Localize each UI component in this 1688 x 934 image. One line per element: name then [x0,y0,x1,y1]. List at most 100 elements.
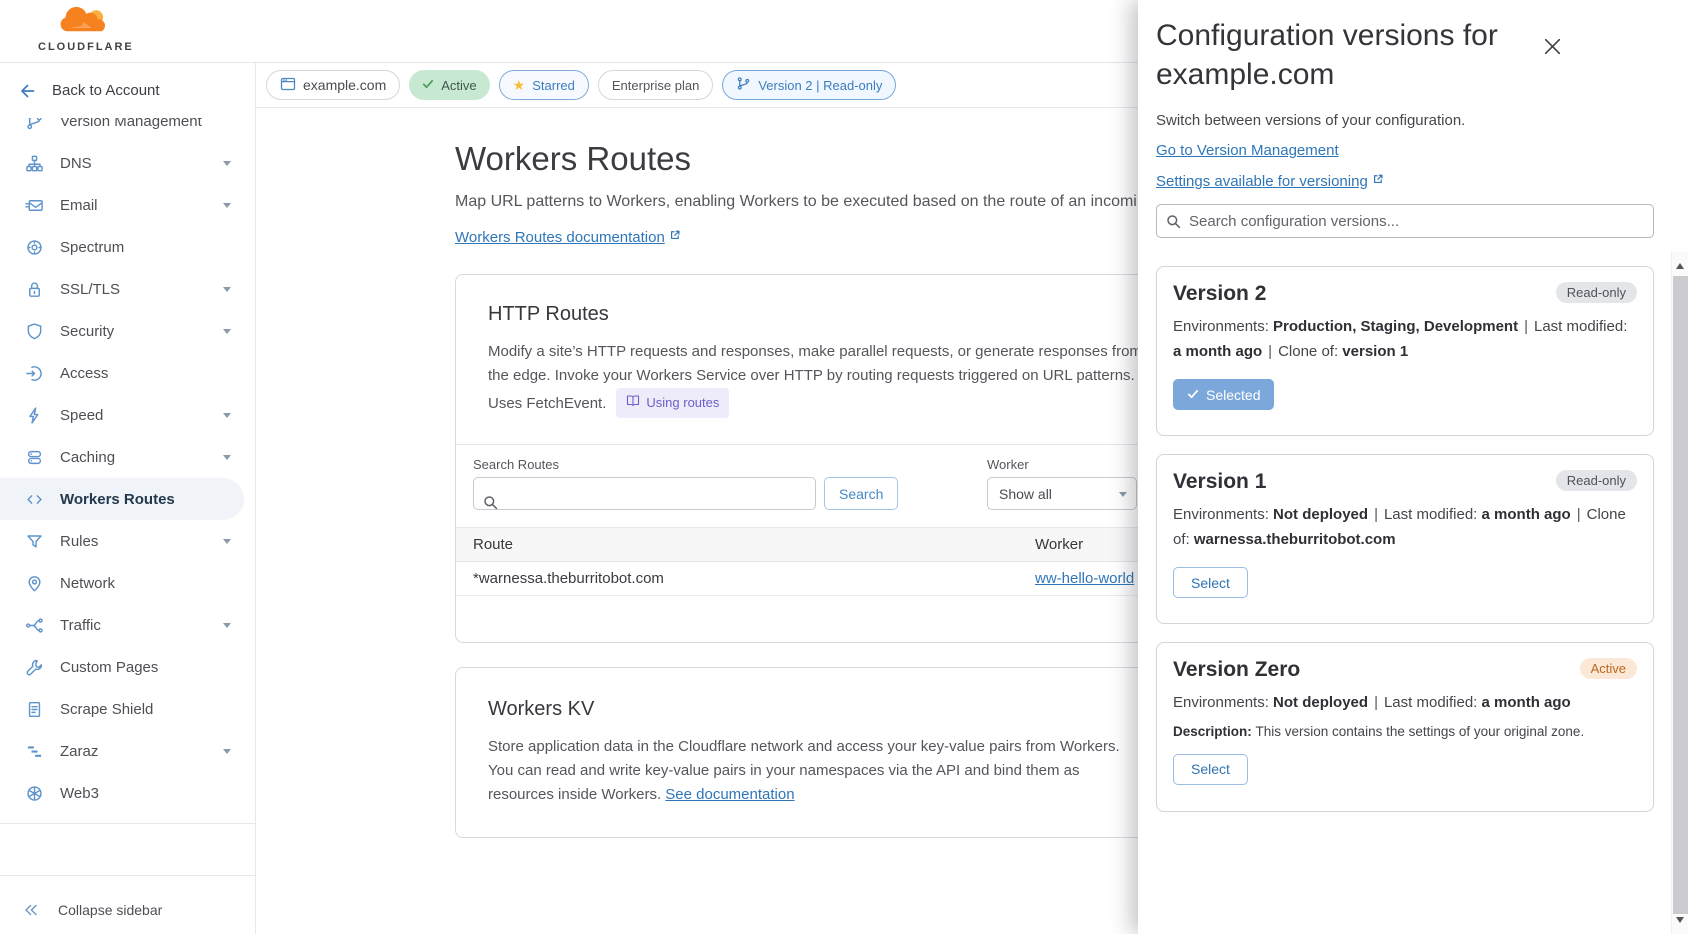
sidebar-item-security[interactable]: Security [0,310,244,352]
sidebar-item-label: Custom Pages [60,659,158,676]
sidebar-item-scrape-shield[interactable]: Scrape Shield [0,688,244,730]
access-arrow-icon [24,363,44,383]
routes-table: Route Worker *warnessa.theburritobot.com… [456,527,1154,642]
chevron-down-icon [223,329,231,338]
close-panel-button[interactable] [1537,33,1567,63]
version-status-badge: Active [1580,658,1637,679]
check-icon [422,78,434,93]
route-cell: *warnessa.theburritobot.com [473,570,1035,587]
version-list: Version 2Read-onlyEnvironments: Producti… [1156,266,1654,812]
version-meta: Environments: Not deployed|Last modified… [1173,691,1637,716]
select-version-button[interactable]: Select [1173,567,1248,598]
sidebar-item-ssl-tls[interactable]: SSL/TLS [0,268,244,310]
search-routes-button[interactable]: Search [824,477,898,510]
external-link-icon [669,228,681,245]
table-row: *warnessa.theburritobot.com ww-hello-wor… [456,562,1154,596]
page-title: Workers Routes [455,140,1155,178]
table-footer-spacer [456,596,1154,642]
sidebar-item-workers-routes[interactable]: Workers Routes [0,478,244,520]
selected-version-button[interactable]: Selected [1173,379,1274,410]
dns-hierarchy-icon [24,153,44,173]
sidebar-item-dns[interactable]: DNS [0,142,244,184]
scroll-up-arrow[interactable] [1676,259,1684,269]
sidebar-item-label: Email [60,197,98,214]
zaraz-steps-icon [24,741,44,761]
workers-kv-description: Store application data in the Cloudflare… [488,735,1138,807]
star-icon: ★ [513,77,526,94]
search-icon [1166,214,1181,234]
check-icon [1187,387,1199,403]
sidebar-item-label: Access [60,365,108,382]
sidebar-item-label: Caching [60,449,115,466]
version-card-version-2: Version 2Read-onlyEnvironments: Producti… [1156,266,1654,436]
settings-available-for-versioning-link[interactable]: Settings available for versioning [1156,172,1384,190]
workers-routes-doc-link[interactable]: Workers Routes documentation [455,229,681,246]
column-worker: Worker [1035,536,1154,553]
cloudflare-wordmark: CLOUDFLARE [38,41,130,53]
scrollbar-thumb[interactable] [1673,276,1688,914]
panel-scrollbar[interactable] [1671,252,1688,934]
http-routes-description: Modify a site’s HTTP requests and respon… [488,340,1148,418]
sidebar-item-traffic[interactable]: Traffic [0,604,244,646]
chevron-down-icon [223,749,231,758]
version-meta: Environments: Not deployed|Last modified… [1173,503,1637,552]
chevron-down-icon [223,539,231,548]
sidebar-item-email[interactable]: Email [0,184,244,226]
sidebar-item-zaraz[interactable]: Zaraz [0,730,244,772]
plan-badge: Enterprise plan [598,70,713,100]
sidebar-item-access[interactable]: Access [0,352,244,394]
configuration-versions-panel: Configuration versions for example.com S… [1138,0,1688,934]
spectrum-scope-icon [24,237,44,257]
http-routes-card: HTTP Routes Modify a site’s HTTP request… [455,274,1155,643]
starred-toggle[interactable]: ★ Starred [499,70,589,100]
version-name: Version Zero [1173,658,1300,682]
zone-status-badge: Active [409,70,489,100]
worker-link[interactable]: ww-hello-world [1035,570,1134,587]
zone-selector-pill[interactable]: example.com [266,70,400,100]
cloudflare-logo[interactable]: CLOUDFLARE [38,7,130,53]
search-configuration-versions-input[interactable] [1156,204,1654,238]
version-card-version-1: Version 1Read-onlyEnvironments: Not depl… [1156,454,1654,624]
go-to-version-management-link[interactable]: Go to Version Management [1156,142,1339,159]
email-envelope-icon [24,195,44,215]
sidebar-item-web3[interactable]: Web3 [0,772,244,814]
sidebar-item-speed[interactable]: Speed [0,394,244,436]
scroll-down-arrow[interactable] [1676,917,1684,927]
sidebar-item-label: Traffic [60,617,101,634]
worker-filter-select[interactable]: Show all [987,477,1137,510]
using-routes-badge[interactable]: Using routes [616,388,729,418]
sidebar-item-label: DNS [60,155,92,172]
routes-table-header: Route Worker [456,527,1154,562]
sidebar-item-custom-pages[interactable]: Custom Pages [0,646,244,688]
sidebar-nav: Version ManagementDNSEmailSpectrumSSL/TL… [0,100,255,814]
version-description: Description: This version contains the s… [1173,724,1637,739]
git-branch-icon [736,76,751,94]
back-to-account-label: Back to Account [52,82,160,99]
web3-globe-icon [24,783,44,803]
sidebar-item-spectrum[interactable]: Spectrum [0,226,244,268]
book-icon [626,391,640,415]
sidebar: Back to Account Version ManagementDNSEma… [0,63,256,934]
sidebar-item-label: Spectrum [60,239,124,256]
search-routes-input[interactable] [473,477,816,510]
http-routes-title: HTTP Routes [488,303,1122,326]
panel-title: Configuration versions for example.com [1156,16,1576,94]
sidebar-item-caching[interactable]: Caching [0,436,244,478]
sidebar-item-label: Security [60,323,114,340]
collapse-sidebar-button[interactable]: Collapse sidebar [0,885,255,934]
see-documentation-link[interactable]: See documentation [665,786,794,803]
workers-kv-title: Workers KV [488,698,1122,721]
sidebar-item-label: Zaraz [60,743,98,760]
version-pill[interactable]: Version 2 | Read-only [722,70,896,100]
sidebar-item-network[interactable]: Network [0,562,244,604]
sidebar-item-label: Workers Routes [60,491,175,508]
back-to-account-button[interactable]: Back to Account [0,63,255,118]
collapse-sidebar-label: Collapse sidebar [58,902,162,918]
column-route: Route [473,536,1035,553]
chevron-down-icon [223,455,231,464]
version-card-version-zero: Version Zero Active Environments: Not depl… [1156,642,1654,812]
shield-icon [24,321,44,341]
funnel-filter-icon [24,531,44,551]
sidebar-item-rules[interactable]: Rules [0,520,244,562]
select-version-button[interactable]: Select [1173,754,1248,785]
